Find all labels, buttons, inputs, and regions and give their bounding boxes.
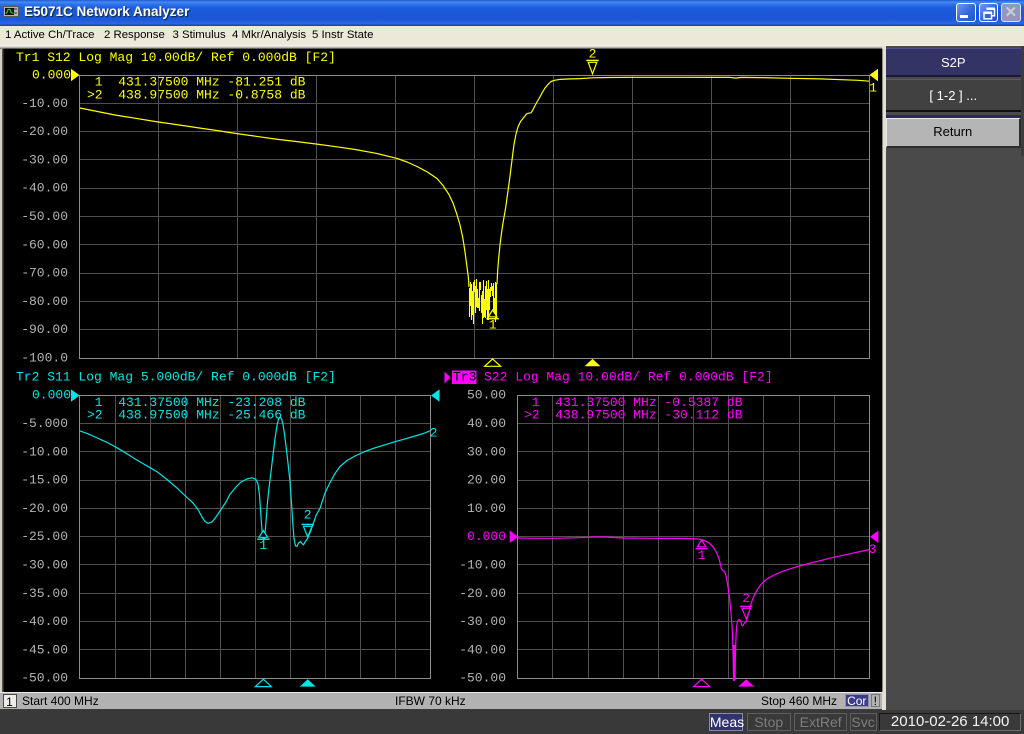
svg-text:1: 1 (698, 548, 706, 563)
svg-text:-30.00: -30.00 (21, 558, 68, 573)
svg-text:Tr2 S11 Log Mag 5.000dB/ Ref 0: Tr2 S11 Log Mag 5.000dB/ Ref 0.000dB [F2… (16, 370, 336, 385)
svg-text:-50.00: -50.00 (459, 671, 506, 686)
svg-text:2: 2 (430, 426, 438, 441)
svg-text:-30.00: -30.00 (21, 152, 68, 167)
svg-text:1: 1 (489, 318, 497, 333)
svg-text:2: 2 (304, 508, 312, 523)
svg-text:-20.00: -20.00 (459, 586, 506, 601)
svg-text:S22 Log Mag 10.00dB/ Ref 0.000: S22 Log Mag 10.00dB/ Ref 0.000dB [F2] (484, 370, 773, 385)
svg-text:0.000: 0.000 (32, 68, 71, 83)
svg-text:-25.00: -25.00 (21, 529, 68, 544)
svg-text:-10.00: -10.00 (21, 96, 68, 111)
svg-text:1: 1 (259, 538, 267, 553)
svg-text:-35.00: -35.00 (21, 586, 68, 601)
svg-text:-50.00: -50.00 (21, 671, 68, 686)
svg-text:-40.00: -40.00 (459, 642, 506, 657)
svg-text:-70.00: -70.00 (21, 266, 68, 281)
svg-text:-100.0: -100.0 (21, 351, 68, 366)
svg-text:-40.00: -40.00 (21, 614, 68, 629)
svg-text:-10.00: -10.00 (459, 558, 506, 573)
svg-text:-20.00: -20.00 (21, 124, 68, 139)
svg-text:>2 438.97500 MHz -25.466 dB: >2 438.97500 MHz -25.466 dB (87, 408, 306, 423)
svg-text:-80.00: -80.00 (21, 294, 68, 309)
svg-text:>2 438.97500 MHz -0.8758 dB: >2 438.97500 MHz -0.8758 dB (87, 88, 306, 103)
svg-text:-5.000: -5.000 (21, 416, 68, 431)
svg-text:20.00: 20.00 (467, 473, 506, 488)
svg-text:-30.00: -30.00 (459, 614, 506, 629)
svg-text:>2 438.97500 MHz -30.112 dB: >2 438.97500 MHz -30.112 dB (524, 408, 743, 423)
svg-text:Tr1 S12 Log Mag 10.00dB/ Ref 0: Tr1 S12 Log Mag 10.00dB/ Ref 0.000dB [F2… (16, 50, 336, 65)
svg-text:-90.00: -90.00 (21, 322, 68, 337)
svg-text:0.000: 0.000 (467, 529, 506, 544)
svg-text:Tr3: Tr3 (453, 370, 476, 385)
svg-text:50.00: 50.00 (467, 388, 506, 403)
svg-text:-20.00: -20.00 (21, 501, 68, 516)
svg-text:10.00: 10.00 (467, 501, 506, 516)
svg-text:2: 2 (589, 47, 597, 62)
svg-text:-10.00: -10.00 (21, 444, 68, 459)
svg-text:-60.00: -60.00 (21, 237, 68, 252)
svg-text:-50.00: -50.00 (21, 209, 68, 224)
svg-text:2: 2 (742, 591, 750, 606)
svg-text:-15.00: -15.00 (21, 473, 68, 488)
svg-text:40.00: 40.00 (467, 416, 506, 431)
svg-text:1: 1 (869, 81, 877, 96)
svg-text:-45.00: -45.00 (21, 642, 68, 657)
svg-text:0.000: 0.000 (32, 388, 71, 403)
svg-text:3: 3 (869, 542, 877, 557)
svg-text:30.00: 30.00 (467, 444, 506, 459)
svg-text:-40.00: -40.00 (21, 181, 68, 196)
